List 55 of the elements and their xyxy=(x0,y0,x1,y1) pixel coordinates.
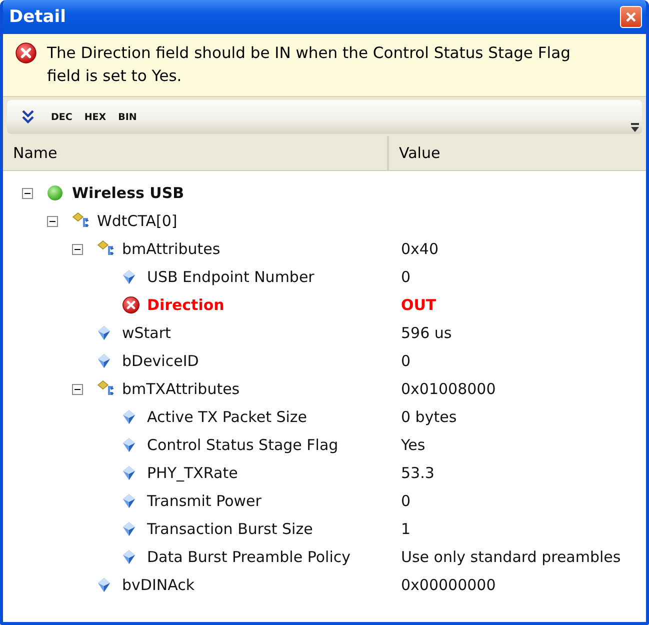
collapse-toggle-icon[interactable] xyxy=(22,188,33,198)
field-icon xyxy=(97,325,111,341)
format-button[interactable]: HEX xyxy=(80,110,110,124)
field-icon xyxy=(97,353,111,369)
node-value: 53.3 xyxy=(401,464,434,482)
format-button[interactable]: DEC xyxy=(47,110,76,124)
error-icon xyxy=(122,296,140,314)
field-icon xyxy=(122,493,136,509)
expand-all-icon[interactable] xyxy=(21,109,35,125)
node-value: OUT xyxy=(401,296,436,314)
close-button[interactable] xyxy=(620,6,642,28)
node-value: 0x00000000 xyxy=(401,576,496,594)
node-name[interactable]: Active TX Packet Size xyxy=(147,408,308,426)
node-value: 0 xyxy=(401,492,411,510)
node-value: Use only standard preambles xyxy=(401,548,621,566)
node-value: 0 xyxy=(401,268,411,286)
node-value: Yes xyxy=(401,436,426,454)
field-icon xyxy=(122,521,136,537)
node-name[interactable]: Transaction Burst Size xyxy=(147,520,313,538)
error-message: The Direction field should be IN when the Control Status Stage Flag field is set to Yes. xyxy=(47,43,572,87)
overflow-icon[interactable] xyxy=(628,120,642,134)
node-name[interactable]: Control Status Stage Flag xyxy=(147,436,338,454)
window-title: Detail xyxy=(9,7,66,27)
node-name[interactable]: USB Endpoint Number xyxy=(147,268,314,286)
node-name[interactable]: bmTXAttributes xyxy=(122,380,240,398)
field-icon xyxy=(122,549,136,565)
node-name[interactable]: Data Burst Preamble Policy xyxy=(147,548,350,566)
node-name[interactable]: bvDINAck xyxy=(122,576,195,594)
node-name[interactable]: bDeviceID xyxy=(122,352,199,370)
node-name[interactable]: Transmit Power xyxy=(147,492,262,510)
node-name[interactable]: WdtCTA[0] xyxy=(97,212,178,230)
column-header[interactable]: Value xyxy=(389,136,646,170)
field-icon xyxy=(122,409,136,425)
field-icon xyxy=(122,437,136,453)
field-icon xyxy=(122,269,136,285)
error-node-name[interactable]: Direction xyxy=(147,296,224,314)
field-icon xyxy=(122,465,136,481)
collapse-toggle-icon[interactable] xyxy=(72,244,83,254)
close-icon xyxy=(625,11,637,23)
collapse-toggle-icon[interactable] xyxy=(72,384,83,394)
node-name[interactable]: Wireless USB xyxy=(72,184,184,202)
format-button[interactable]: BIN xyxy=(114,110,141,124)
node-value: 0 xyxy=(401,352,411,370)
node-value: 596 us xyxy=(401,324,452,342)
status-dot-icon xyxy=(47,185,63,201)
node-name[interactable]: PHY_TXRate xyxy=(147,464,238,482)
node-name[interactable]: wStart xyxy=(122,324,171,342)
collapse-toggle-icon[interactable] xyxy=(47,216,58,226)
node-name[interactable]: bmAttributes xyxy=(122,240,220,258)
error-icon xyxy=(15,42,37,64)
field-icon xyxy=(97,577,111,593)
node-value: 0x40 xyxy=(401,240,439,258)
node-value: 0x01008000 xyxy=(401,380,496,398)
node-value: 1 xyxy=(401,520,411,538)
node-value: 0 bytes xyxy=(401,408,457,426)
